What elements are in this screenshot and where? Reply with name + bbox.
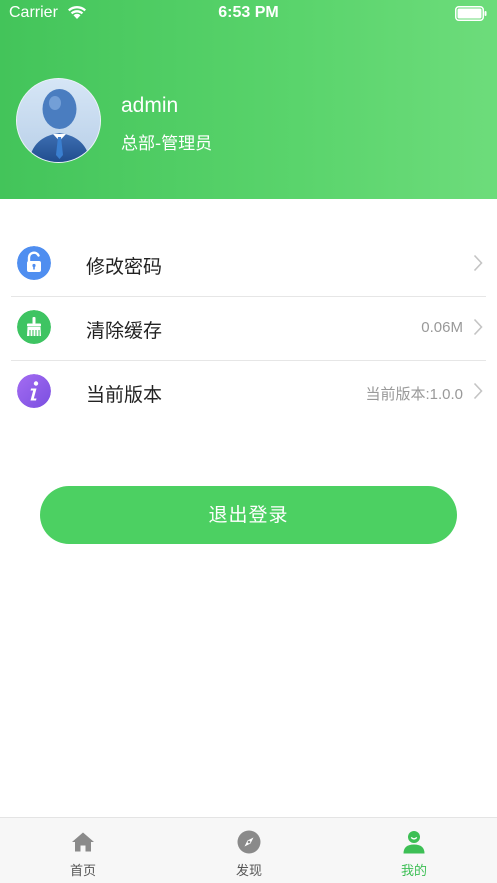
logout-button[interactable]: 退出登录 [40, 486, 457, 544]
menu-item-change-password[interactable]: 修改密码 [0, 232, 497, 296]
user-role: 总部-管理员 [121, 134, 213, 154]
tab-home[interactable]: 首页 [0, 818, 166, 883]
lock-icon [17, 246, 51, 280]
chevron-right-icon [473, 254, 483, 272]
cache-size-value: 0.06M [421, 319, 463, 336]
menu-item-label: 当前版本 [86, 384, 163, 406]
username: admin [121, 94, 179, 117]
compass-icon [237, 830, 261, 854]
chevron-right-icon [473, 382, 483, 400]
tab-label: 发现 [235, 864, 262, 879]
user-avatar-icon [17, 79, 100, 162]
version-value: 当前版本:1.0.0 [365, 386, 463, 403]
profile-header: Carrier 6:53 PM admin 总部-管理员 [0, 0, 497, 199]
tab-mine[interactable]: 我的 [331, 818, 497, 883]
tab-label: 首页 [69, 864, 96, 879]
menu-item-label: 清除缓存 [86, 320, 163, 342]
tab-label: 我的 [400, 864, 427, 879]
tab-discover[interactable]: 发现 [166, 818, 332, 883]
broom-icon [17, 310, 51, 344]
chevron-right-icon [473, 318, 483, 336]
battery-icon [455, 6, 487, 21]
user-icon [403, 831, 425, 854]
menu-item-label: 修改密码 [86, 256, 163, 278]
menu-item-current-version[interactable]: 当前版本 当前版本:1.0.0 [0, 360, 497, 424]
settings-menu: 修改密码 清除缓存 0.06M 当前版本 当前版本:1.0.0 [0, 232, 497, 424]
status-time: 6:53 PM [218, 4, 279, 21]
menu-item-clear-cache[interactable]: 清除缓存 0.06M [0, 296, 497, 360]
avatar[interactable] [16, 78, 101, 163]
home-icon [72, 832, 94, 852]
status-bar: Carrier 6:53 PM [0, 0, 497, 28]
tab-bar: 首页 发现 我的 [0, 817, 497, 883]
info-icon [17, 374, 51, 408]
